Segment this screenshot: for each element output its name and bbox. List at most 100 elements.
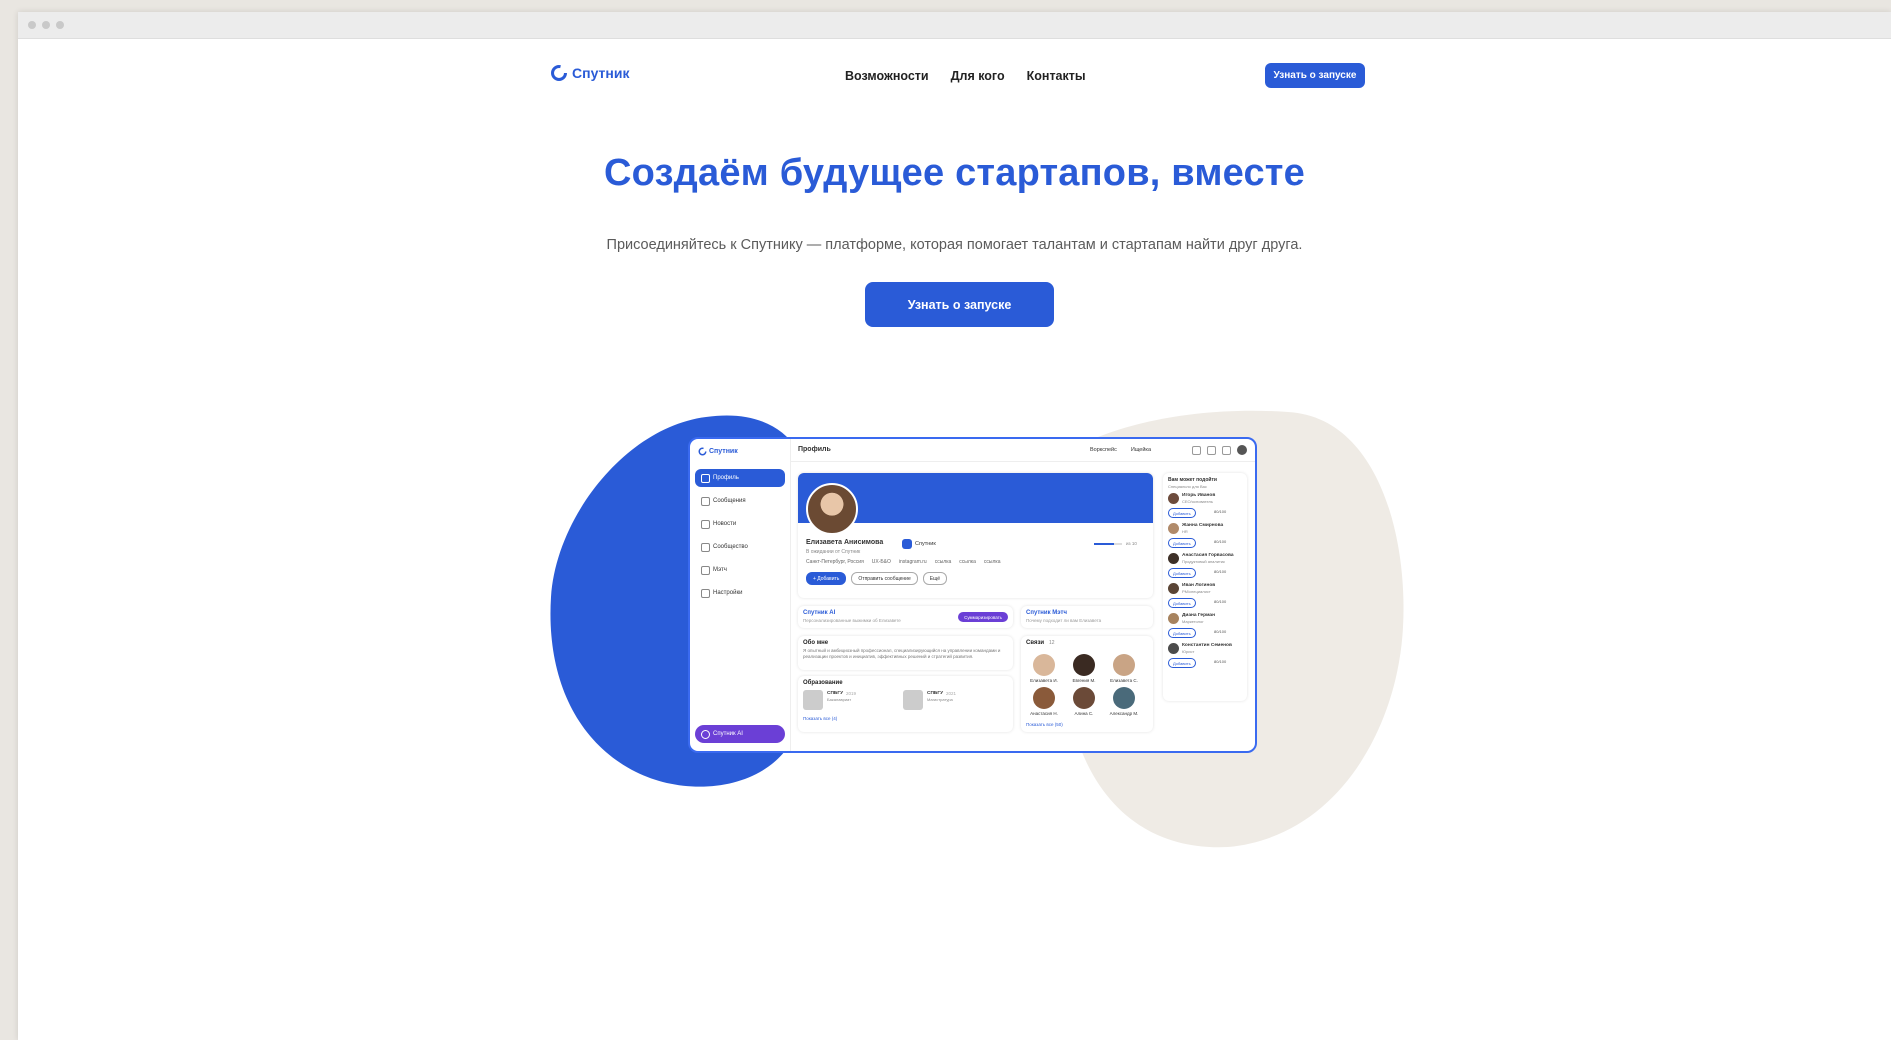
mock-connection: Евгения М.: [1066, 654, 1102, 683]
mock-suggestion: Иван Логинов PM/специалист Добавить 80/1…: [1168, 583, 1242, 613]
mock-profile-actions: + Добавить Отправить сообщение Ещё: [806, 572, 947, 585]
mock-edu-2-name: СПБГУ: [927, 691, 944, 696]
mock-sidebar-item-settings: Настройки: [695, 584, 785, 602]
mock-suggestion-score: 80/100: [1214, 659, 1227, 664]
mock-org-icon: [902, 539, 912, 549]
mock-top-icons: [1192, 445, 1247, 455]
mock-edu-1-degree: Бакалавриат: [827, 697, 852, 702]
mock-about-card: Обо мне Я опытный и амбициозный професси…: [798, 636, 1013, 670]
mock-suggestions-title: Вам может подойти: [1168, 477, 1217, 483]
mock-edu-2-year: 2021: [946, 691, 957, 696]
mock-sidebar-item-match: Мэтч: [695, 561, 785, 579]
mock-sidebar-item-community: Сообщество: [695, 538, 785, 556]
mock-org-name: Спутник: [915, 541, 936, 547]
mock-suggestion-score: 80/100: [1214, 509, 1227, 514]
mock-ai-card-title: Спутник AI: [803, 610, 836, 616]
mock-suggestion: Жанна Смирнова HR Добавить 80/100: [1168, 523, 1242, 553]
sputnik-logo-icon: [551, 65, 567, 81]
mock-connection-name: Елизавета С.: [1110, 678, 1138, 683]
mock-profile-card: Елизавета Анисимова Спутник В ожидании о…: [798, 473, 1153, 598]
mock-suggestion-name: Игорь Иванов: [1182, 493, 1216, 498]
mock-progress-fill: [1094, 543, 1114, 545]
mock-connections-grid: Елизавета И. Евгения М. Елизавета С. Ана…: [1026, 654, 1142, 716]
mock-suggestion-add: Добавить: [1168, 508, 1196, 518]
mock-chat-icon: [1192, 445, 1201, 455]
mock-summarize-button: Суммаризировать: [958, 612, 1008, 622]
mock-top-link-search: Ищейка: [1130, 447, 1152, 453]
mock-education-more: Показать все (4): [803, 716, 838, 721]
mock-connections-card: Связи 12 Елизавета И. Евгения М. Елизаве…: [1021, 636, 1153, 732]
mock-ai-button: Спутник AI: [695, 725, 785, 743]
mock-user-avatar: [1237, 445, 1247, 455]
mock-connection-name: Алина С.: [1074, 711, 1094, 716]
header-launch-button[interactable]: Узнать о запуске: [1265, 63, 1365, 88]
mock-connections-more: Показать все (50): [1026, 722, 1063, 727]
mock-suggestion-name: Иван Логинов: [1182, 583, 1216, 588]
mock-sidebar: Спутник Профиль Сообщения Новости Сообще…: [690, 439, 791, 751]
site-logo[interactable]: Спутник: [550, 64, 629, 82]
mock-connection: Елизавета И.: [1026, 654, 1062, 683]
mock-sidebar-item-profile: Профиль: [695, 469, 785, 487]
mock-suggestion-name: Анастасия Горвасова: [1182, 553, 1234, 558]
nav-link-audience[interactable]: Для кого: [951, 69, 1005, 83]
mock-page-title: Профиль: [798, 446, 831, 453]
mock-add-button: + Добавить: [806, 572, 847, 585]
mock-suggestion-add: Добавить: [1168, 568, 1196, 578]
mock-suggestion-add: Добавить: [1168, 628, 1196, 638]
mock-contact-5: ссылка: [983, 559, 1001, 565]
mock-contact-3: ссылка: [934, 559, 952, 565]
nav-link-contacts[interactable]: Контакты: [1027, 69, 1086, 83]
mock-connection-name: Евгения М.: [1072, 678, 1096, 683]
sputnik-logo-icon: [698, 447, 707, 456]
window-titlebar: [18, 12, 1891, 39]
minimize-window-button[interactable]: [42, 21, 50, 29]
hero-subtitle: Присоединяйтесь к Спутнику — платформе, …: [606, 237, 1303, 253]
mock-suggestion: Диана Герман Маркетолог Добавить 80/100: [1168, 613, 1242, 643]
mock-profile-role: В ожидании от Спутник: [806, 549, 861, 555]
mock-suggestion-score: 80/100: [1214, 539, 1227, 544]
mock-suggestion: Константин Семенов Юрист Добавить 80/100: [1168, 643, 1242, 673]
mock-match-card-sub: Почему подходит ли вам Елизавета: [1026, 618, 1102, 623]
hero-title: Создаём будущее стартапов, вместе: [604, 152, 1305, 194]
mock-grid-icon: [1222, 445, 1231, 455]
mock-top-link-workspace: Воркспейс: [1090, 447, 1117, 453]
mock-profile-org: Спутник: [902, 539, 936, 549]
mock-suggestion-score: 80/100: [1214, 629, 1227, 634]
mock-logo-text: Спутник: [709, 448, 738, 455]
mock-profile-progress: [1094, 543, 1122, 545]
mock-suggestion: Анастасия Горвасова Продуктовый аналитик…: [1168, 553, 1242, 583]
mock-logo: Спутник: [698, 447, 738, 456]
mock-about-text: Я опытный и амбициозный профессионал, сп…: [803, 648, 1001, 659]
mock-suggestion-role: Продуктовый аналитик: [1182, 559, 1225, 564]
mock-suggestion-role: Юрист: [1182, 649, 1195, 654]
logo-text: Спутник: [572, 65, 630, 81]
app-mockup: Спутник Профиль Сообщения Новости Сообще…: [688, 437, 1257, 753]
maximize-window-button[interactable]: [56, 21, 64, 29]
mock-suggestion-add: Добавить: [1168, 658, 1196, 668]
main-nav: Возможности Для кого Контакты: [845, 69, 1086, 83]
nav-link-features[interactable]: Возможности: [845, 69, 929, 83]
close-window-button[interactable]: [28, 21, 36, 29]
hero-launch-button[interactable]: Узнать о запуске: [865, 282, 1054, 327]
mock-suggestion-name: Константин Семенов: [1182, 643, 1232, 648]
mock-progress-label: из 10: [1126, 541, 1137, 546]
mock-connections-title: Связи: [1026, 640, 1045, 646]
mock-suggestion-role: HR: [1182, 529, 1188, 534]
mock-ai-card-sub: Персонализированные выжимки об Елизавете: [803, 618, 901, 623]
mock-profile-contacts: Санкт-Петербург, Россия UX-Б&О instagram…: [806, 559, 1000, 565]
mock-suggestion-score: 80/100: [1214, 569, 1227, 574]
mock-suggestion-name: Диана Герман: [1182, 613, 1215, 618]
site-header: Спутник Возможности Для кого Контакты Уз…: [18, 50, 1891, 100]
mock-connection-name: Елизавета И.: [1030, 678, 1058, 683]
mock-topbar: Профиль Воркспейс Ищейка: [790, 439, 1255, 462]
mock-education-title: Образование: [803, 680, 843, 686]
mock-suggestion-add: Добавить: [1168, 538, 1196, 548]
mock-top-links: Воркспейс Ищейка: [1090, 447, 1151, 453]
mock-more-button: Ещё: [922, 572, 947, 585]
mock-edu-1-name: СПБГУ: [827, 691, 844, 696]
mock-suggestion-role: CEO/основатель: [1182, 499, 1213, 504]
mock-suggestion-role: PM/специалист: [1182, 589, 1211, 594]
mock-connection: Анастасия Н.: [1026, 687, 1062, 716]
mock-connections-count: 12: [1049, 640, 1055, 646]
mock-edu-2-degree: Магистратура: [927, 697, 953, 702]
